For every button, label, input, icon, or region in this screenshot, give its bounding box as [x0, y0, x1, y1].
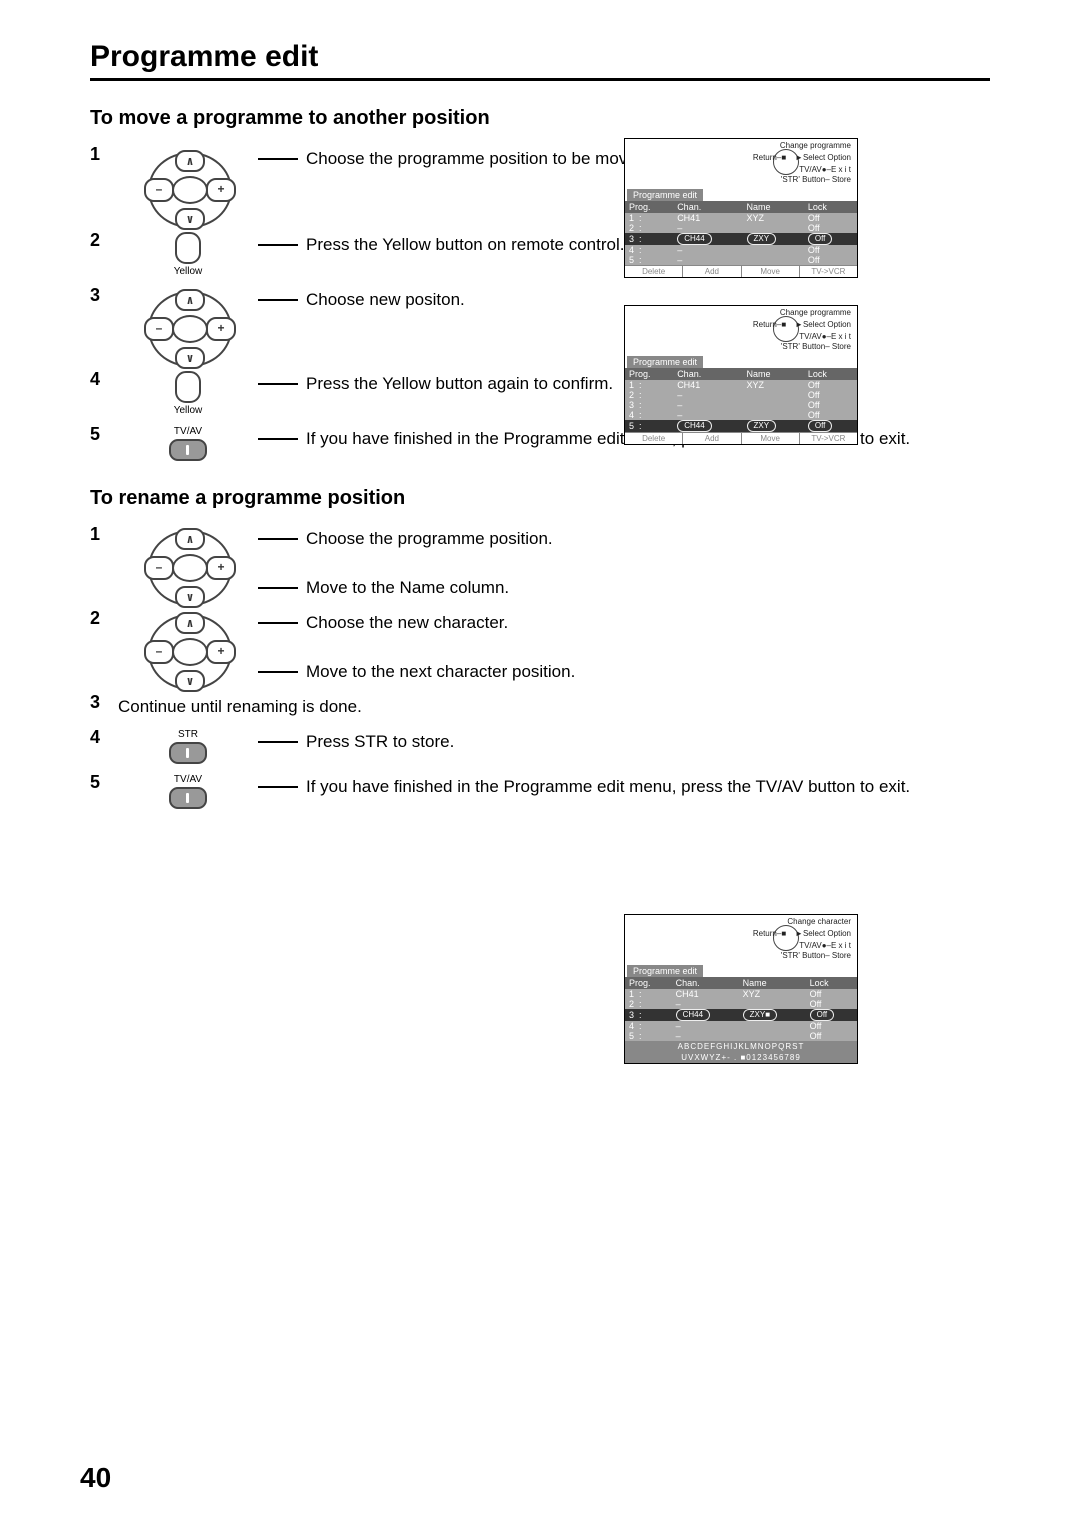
step-number: 5 — [90, 424, 118, 445]
page-number: 40 — [80, 1462, 111, 1494]
tvav-button-icon — [169, 439, 207, 461]
step-number: 1 — [90, 524, 118, 545]
osd-panel-2: Change programmeReturn–■ ►Select OptionT… — [624, 305, 858, 445]
step-text: Move to the next character position. — [306, 661, 575, 684]
dpad-icon: ∧ ∨ – + — [138, 293, 238, 361]
step-number: 4 — [90, 727, 118, 748]
osd-panel-1: Change programmeReturn–■ ►Select OptionT… — [624, 138, 858, 278]
dpad-icon: ∧ ∨ – + — [138, 532, 238, 600]
osd-panel-3: Change characterReturn–■ ►Select OptionT… — [624, 914, 858, 1064]
step-number: 3 — [90, 692, 118, 713]
yellow-button-icon — [175, 371, 201, 403]
dpad-icon: ∧ ∨ – + — [138, 154, 238, 222]
tvav-button-icon — [169, 787, 207, 809]
step-text: Choose new positon. — [306, 289, 465, 312]
step-text: Press STR to store. — [306, 731, 454, 754]
rename-steps: 1 ∧ ∨ – + Choose the programme position.… — [90, 524, 990, 809]
step-number: 5 — [90, 772, 118, 793]
str-button-icon — [169, 742, 207, 764]
yellow-label: Yellow — [174, 266, 203, 277]
step-text: Move to the Name column. — [306, 577, 509, 600]
step-text: If you have finished in the Programme ed… — [306, 776, 910, 799]
step-text: Press the Yellow button on remote contro… — [306, 234, 624, 257]
step-text: Choose the programme position to be move… — [306, 148, 651, 171]
step-number: 1 — [90, 144, 118, 165]
step-text: Continue until renaming is done. — [118, 697, 362, 716]
section-rename-heading: To rename a programme position — [90, 487, 990, 510]
yellow-button-icon — [175, 232, 201, 264]
section-move-heading: To move a programme to another position — [90, 107, 990, 130]
dpad-icon: ∧ ∨ – + — [138, 616, 238, 684]
step-number: 3 — [90, 285, 118, 306]
yellow-label: Yellow — [174, 405, 203, 416]
tvav-label: TV/AV — [174, 426, 202, 437]
str-label: STR — [178, 729, 198, 740]
step-text: Press the Yellow button again to confirm… — [306, 373, 613, 396]
tvav-label: TV/AV — [174, 774, 202, 785]
step-text: Choose the new character. — [306, 612, 508, 635]
step-text: Choose the programme position. — [306, 528, 553, 551]
step-number: 2 — [90, 608, 118, 629]
page-title: Programme edit — [90, 40, 990, 74]
step-number: 4 — [90, 369, 118, 390]
step-number: 2 — [90, 230, 118, 251]
page-title-bar: Programme edit — [90, 40, 990, 81]
